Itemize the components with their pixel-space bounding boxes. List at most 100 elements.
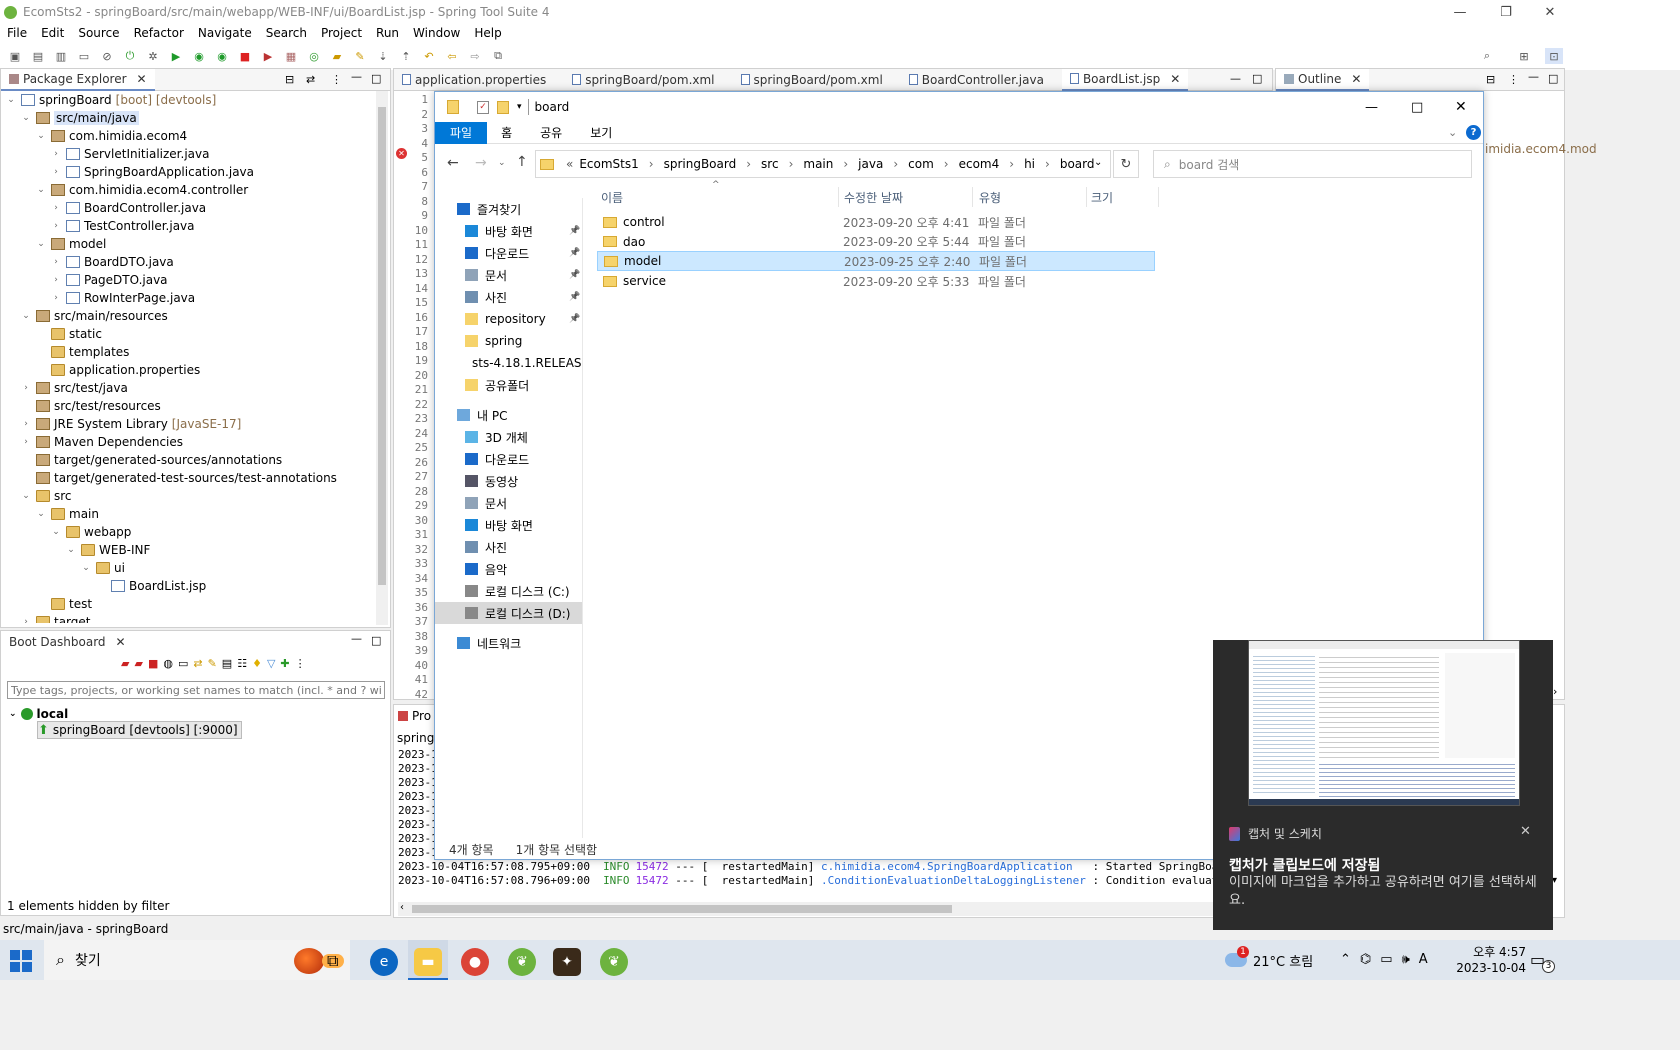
tree-item[interactable]: ⌄ src/main/java	[5, 109, 375, 127]
col-name[interactable]: 이름	[601, 189, 623, 206]
restore-icon[interactable]: ❐	[1483, 0, 1529, 24]
col-size[interactable]: 크기	[1091, 189, 1113, 206]
volume-icon[interactable]: 🕪	[1402, 952, 1410, 967]
view-menu-icon[interactable]: ⋮	[1508, 73, 1519, 86]
task-view-icon[interactable]: ⧉	[327, 951, 338, 971]
close-tab-icon[interactable]: ✕	[137, 72, 147, 86]
nav-item[interactable]: 로컬 디스크 (C:)	[435, 580, 582, 602]
breadcrumb-item[interactable]: EcomSts1	[579, 157, 638, 171]
search-tool-icon[interactable]: ✎	[351, 48, 369, 64]
open-console-icon[interactable]: ▭	[178, 657, 188, 670]
ribbon-tab[interactable]: 보기	[576, 122, 626, 144]
nav-item[interactable]: 다운로드 📌	[435, 242, 582, 264]
close-icon[interactable]: ✕	[1527, 0, 1573, 24]
tree-item[interactable]: ⌄ src	[5, 487, 375, 505]
filter-input[interactable]	[7, 681, 385, 699]
up-arrow-icon[interactable]: ↑	[516, 154, 528, 170]
nav-item[interactable]: 공유폴더	[435, 374, 582, 396]
breadcrumb-item[interactable]: src	[761, 157, 779, 171]
help-icon[interactable]: ?	[1466, 125, 1481, 140]
refresh-button[interactable]: ↻	[1113, 150, 1139, 178]
col-type[interactable]: 유형	[979, 189, 1001, 206]
chevron-right-icon[interactable]: ›	[20, 419, 32, 429]
nav-item[interactable]: 동영상	[435, 470, 582, 492]
outline-scroll-arrow-icon[interactable]: ›	[1553, 685, 1557, 698]
breadcrumb-item[interactable]: main	[803, 157, 833, 171]
chevron-down-icon[interactable]: ⌄	[20, 113, 32, 123]
taskbar-search[interactable]: ⌕ 찾기	[44, 940, 350, 980]
forward-arrow-icon[interactable]: →	[475, 155, 487, 171]
minimize-icon[interactable]: —	[1437, 0, 1483, 24]
chevron-down-icon[interactable]: ⌄	[5, 95, 17, 105]
open-perspective-icon[interactable]: ⧉	[489, 48, 507, 64]
outline-toolbar-icon[interactable]: ⊟	[1486, 73, 1495, 86]
chevron-down-icon[interactable]: ⌄	[1448, 126, 1457, 139]
chevron-down-icon[interactable]: ⌄	[65, 545, 77, 555]
chevron-right-icon[interactable]: ›	[20, 437, 32, 447]
console-tab[interactable]: Pro	[398, 709, 431, 723]
clock[interactable]: 오후 4:57 2023-10-04	[1448, 944, 1526, 976]
tree-item[interactable]: ⌄ ui	[5, 559, 375, 577]
file-explorer-icon[interactable]: ▬	[414, 948, 442, 976]
nav-item[interactable]: 다운로드	[435, 448, 582, 470]
breadcrumb-item[interactable]: ecom4	[959, 157, 1000, 171]
maximize-view-icon[interactable]: □	[371, 634, 381, 647]
light-bulb-icon[interactable]: ♦	[252, 657, 262, 670]
address-bar[interactable]: « EcomSts1 › springBoard › src › main › java › com…	[535, 150, 1111, 178]
open-web-browser-icon[interactable]: ◍	[163, 657, 173, 670]
tree-item[interactable]: ⌄ springBoard [boot] [devtools]	[5, 91, 375, 109]
coverage-icon[interactable]: ◉	[190, 48, 208, 64]
new-package-icon[interactable]: ▦	[282, 48, 300, 64]
weather-widget[interactable]: 1 21°C 흐림	[1225, 946, 1313, 972]
stop-icon[interactable]: ■	[148, 657, 158, 670]
chevron-right-icon[interactable]: ›	[789, 157, 794, 171]
properties-icon[interactable]: ✓	[477, 100, 489, 114]
menu-navigate[interactable]: Navigate	[191, 26, 259, 40]
nav-item[interactable]: 로컬 디스크 (D:)	[435, 602, 582, 624]
pen-icon[interactable]: ⌬	[1360, 952, 1371, 967]
editor-tab[interactable]: springBoard/pom.xml	[733, 69, 891, 91]
stop-icon[interactable]: ■	[236, 48, 254, 64]
tree-item[interactable]: ⌄ src/main/resources	[5, 307, 375, 325]
minimize-view-icon[interactable]: —	[351, 632, 362, 645]
maximize-view-icon[interactable]: □	[371, 72, 381, 85]
tab-boot-dashboard[interactable]: Boot Dashboard ✕	[1, 631, 134, 653]
show-properties-icon[interactable]: ☷	[237, 657, 247, 670]
tree-item[interactable]: › BoardController.java	[5, 199, 375, 217]
game-icon[interactable]: ✦	[553, 948, 581, 976]
file-row[interactable]: control 2023-09-20 오후 4:41 파일 폴더	[597, 212, 1155, 232]
horizontal-scrollbar[interactable]: ‹	[398, 902, 1218, 916]
save-icon[interactable]: ▤	[29, 48, 47, 64]
chevron-right-icon[interactable]: ›	[746, 157, 751, 171]
external-tools-icon[interactable]: ▶	[259, 48, 277, 64]
ribbon-tab[interactable]: 파일	[435, 121, 488, 144]
pin-icon[interactable]: 📌	[569, 226, 580, 236]
start-button[interactable]	[10, 950, 32, 972]
menu-window[interactable]: Window	[406, 26, 467, 40]
nav-item[interactable]: 문서 📌	[435, 264, 582, 286]
terminal-icon[interactable]: ▭	[75, 48, 93, 64]
debug-icon[interactable]: ✲	[144, 48, 162, 64]
chevron-down-icon[interactable]: ⌄	[35, 185, 47, 195]
nav-item[interactable]: 사진 📌	[435, 286, 582, 308]
tree-item[interactable]: ⌄ com.himidia.ecom4	[5, 127, 375, 145]
search-box[interactable]: ⌕ board 검색	[1153, 150, 1472, 178]
nav-item[interactable]: 즐겨찾기	[435, 198, 582, 220]
back-icon[interactable]: ⇦	[443, 48, 461, 64]
tree-item[interactable]: templates	[5, 343, 375, 361]
minimize-view-icon[interactable]: —	[351, 70, 362, 83]
menu-refactor[interactable]: Refactor	[127, 26, 191, 40]
add-icon[interactable]: ✚	[280, 657, 289, 670]
editor-tab[interactable]: BoardList.jsp ✕	[1061, 68, 1189, 91]
nav-item[interactable]: spring	[435, 330, 582, 352]
pin-icon[interactable]: 📌	[569, 314, 580, 324]
chrome-icon[interactable]: ●	[461, 948, 489, 976]
close-tab-icon[interactable]: ✕	[1351, 72, 1361, 86]
vertical-scrollbar[interactable]	[376, 91, 388, 625]
close-icon[interactable]: ✕	[1455, 99, 1467, 115]
spring-icon[interactable]: ❦	[508, 948, 536, 976]
forward-icon[interactable]: ⇨	[466, 48, 484, 64]
minimize-icon[interactable]: —	[1365, 100, 1378, 115]
restart-icon[interactable]: ▰	[121, 657, 129, 670]
tree-item[interactable]: › target	[5, 613, 375, 623]
